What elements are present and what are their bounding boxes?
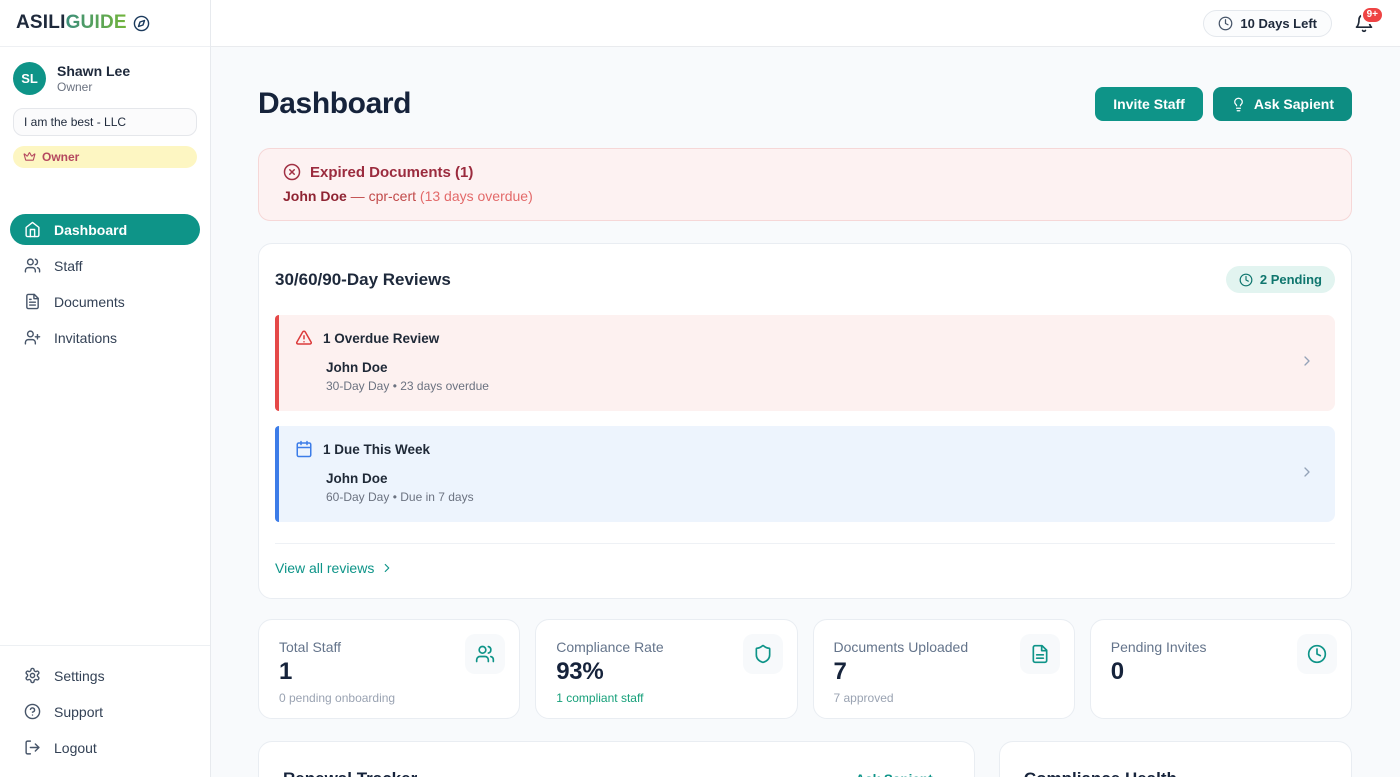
crown-icon <box>23 151 36 164</box>
review-person-name: John Doe <box>326 471 1299 486</box>
review-heading: 1 Overdue Review <box>323 331 439 346</box>
dashboard-content: Dashboard Invite Staff Ask Sapient Expir… <box>211 47 1400 777</box>
compass-icon <box>133 15 150 32</box>
page-title: Dashboard <box>258 87 411 121</box>
review-detail: 30-Day Day • 23 days overdue <box>326 379 1299 393</box>
alert-separator: — <box>351 188 365 204</box>
company-selector[interactable]: I am the best - LLC <box>13 108 197 136</box>
sidebar-item-staff[interactable]: Staff <box>10 250 200 281</box>
alert-title: Expired Documents (1) <box>310 164 473 181</box>
stat-card-pending-invites: Pending Invites 0 <box>1090 619 1352 719</box>
trial-days-badge[interactable]: 10 Days Left <box>1203 10 1332 37</box>
page-header: Dashboard Invite Staff Ask Sapient <box>258 87 1352 121</box>
stat-card-total-staff: Total Staff 1 0 pending onboarding <box>258 619 520 719</box>
alert-detail: John Doe — cpr-cert (13 days overdue) <box>283 188 1327 204</box>
alert-document: cpr-cert <box>369 188 416 204</box>
sidebar: ASILI GUIDE SL Shawn Lee Owner I am the … <box>0 0 211 777</box>
reviews-title: 30/60/90-Day Reviews <box>275 270 451 290</box>
owner-role-badge: Owner <box>13 146 197 168</box>
stat-subtitle: 0 pending onboarding <box>279 691 499 705</box>
view-all-label: View all reviews <box>275 560 374 576</box>
clock-icon <box>1297 634 1337 674</box>
document-icon <box>24 293 41 310</box>
divider <box>275 543 1335 544</box>
ask-sapient-label: Ask Sapient <box>1254 96 1334 112</box>
lightbulb-icon <box>1231 97 1246 112</box>
reviews-card: 30/60/90-Day Reviews 2 Pending 1 Overdue… <box>258 243 1352 599</box>
ask-sapient-link[interactable]: Ask Sapient → <box>855 772 950 777</box>
logo-text: ASILI GUIDE <box>16 12 127 34</box>
stat-card-compliance-rate: Compliance Rate 93% 1 compliant staff <box>535 619 797 719</box>
sidebar-item-label: Dashboard <box>54 222 127 238</box>
stat-subtitle <box>1111 691 1331 705</box>
notifications-button[interactable]: 9+ <box>1354 13 1374 33</box>
owner-badge-label: Owner <box>42 150 79 164</box>
sidebar-item-support[interactable]: Support <box>10 696 200 727</box>
user-profile-section: SL Shawn Lee Owner I am the best - LLC O… <box>0 47 210 186</box>
compliance-health-card: Compliance Health <box>999 741 1352 777</box>
stat-subtitle: 1 compliant staff <box>556 691 776 705</box>
view-all-reviews-link[interactable]: View all reviews <box>275 560 394 576</box>
warning-triangle-icon <box>295 329 313 347</box>
review-detail: 60-Day Day • Due in 7 days <box>326 490 1299 504</box>
gear-icon <box>24 667 41 684</box>
sidebar-footer-nav: Settings Support Logout <box>0 645 210 777</box>
sidebar-item-label: Support <box>54 704 103 720</box>
bottom-row: Renewal Tracker Ask Sapient → Compliance… <box>258 741 1352 777</box>
stat-card-documents-uploaded: Documents Uploaded 7 7 approved <box>813 619 1075 719</box>
document-icon <box>1020 634 1060 674</box>
x-circle-icon <box>283 163 301 181</box>
help-circle-icon <box>24 703 41 720</box>
pending-badge: 2 Pending <box>1226 266 1335 293</box>
logo-part-asili: ASILI <box>16 12 66 34</box>
clock-icon <box>1239 273 1253 287</box>
sidebar-item-label: Staff <box>54 258 83 274</box>
user-plus-icon <box>24 329 41 346</box>
chevron-right-icon <box>380 561 394 575</box>
alert-overdue: (13 days overdue) <box>420 188 533 204</box>
topbar: 10 Days Left 9+ <box>211 0 1400 47</box>
review-person-name: John Doe <box>326 360 1299 375</box>
user-name: Shawn Lee <box>57 63 130 79</box>
user-role: Owner <box>57 80 130 94</box>
sidebar-item-label: Invitations <box>54 330 117 346</box>
clock-icon <box>1218 16 1233 31</box>
sidebar-item-documents[interactable]: Documents <box>10 286 200 317</box>
users-icon <box>24 257 41 274</box>
overdue-review-item[interactable]: 1 Overdue Review John Doe 30-Day Day • 2… <box>275 315 1335 411</box>
sidebar-item-logout[interactable]: Logout <box>10 732 200 763</box>
review-heading: 1 Due This Week <box>323 442 430 457</box>
expired-documents-alert: Expired Documents (1) John Doe — cpr-cer… <box>258 148 1352 221</box>
notification-count-badge: 9+ <box>1361 6 1384 24</box>
sidebar-item-label: Logout <box>54 740 97 756</box>
renewal-tracker-card: Renewal Tracker Ask Sapient → <box>258 741 975 777</box>
chevron-right-icon <box>1299 353 1315 369</box>
sidebar-item-dashboard[interactable]: Dashboard <box>10 214 200 245</box>
ask-sapient-button[interactable]: Ask Sapient <box>1213 87 1352 121</box>
due-review-item[interactable]: 1 Due This Week John Doe 60-Day Day • Du… <box>275 426 1335 522</box>
calendar-icon <box>295 440 313 458</box>
main-area: 10 Days Left 9+ Dashboard Invite Staff A… <box>211 0 1400 777</box>
alert-person: John Doe <box>283 188 347 204</box>
renewal-tracker-title: Renewal Tracker <box>283 769 417 777</box>
stats-row: Total Staff 1 0 pending onboarding Compl… <box>258 619 1352 719</box>
sidebar-item-settings[interactable]: Settings <box>10 660 200 691</box>
logout-icon <box>24 739 41 756</box>
pending-badge-label: 2 Pending <box>1260 272 1322 287</box>
stat-subtitle: 7 approved <box>834 691 1054 705</box>
trial-days-label: 10 Days Left <box>1240 16 1317 31</box>
sidebar-item-label: Documents <box>54 294 125 310</box>
invite-staff-button[interactable]: Invite Staff <box>1095 87 1203 121</box>
logo: ASILI GUIDE <box>0 0 210 47</box>
compliance-health-title: Compliance Health <box>1024 769 1327 777</box>
logo-part-guide: GUIDE <box>66 12 127 34</box>
chevron-right-icon <box>1299 464 1315 480</box>
sidebar-nav: Dashboard Staff Documents Invitations <box>0 214 210 353</box>
sidebar-item-invitations[interactable]: Invitations <box>10 322 200 353</box>
users-icon <box>465 634 505 674</box>
home-icon <box>24 221 41 238</box>
shield-icon <box>743 634 783 674</box>
sidebar-item-label: Settings <box>54 668 105 684</box>
avatar: SL <box>13 62 46 95</box>
